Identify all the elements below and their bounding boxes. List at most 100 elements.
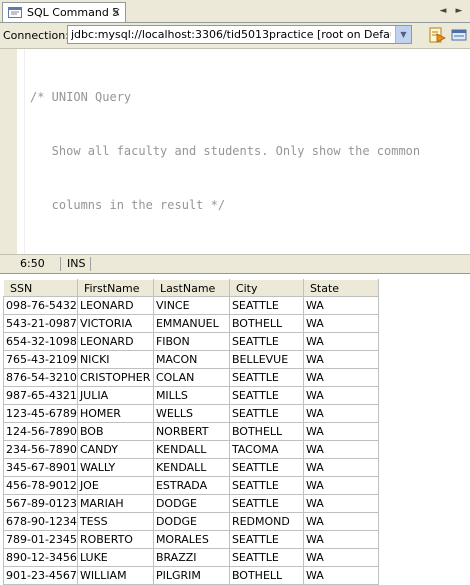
table-cell[interactable]: CANDY [76, 440, 154, 459]
table-cell[interactable]: BOTHELL [228, 314, 304, 333]
table-cell[interactable]: DODGE [152, 494, 230, 513]
table-row[interactable]: 765-43-2109 NICKI MACON BELLEVUE WA [3, 350, 379, 369]
table-cell[interactable]: BRAZZI [152, 548, 230, 567]
table-row[interactable]: 345-67-8901 WALLY KENDALL SEATTLE WA [3, 458, 379, 477]
table-cell[interactable]: SEATTLE [228, 332, 304, 351]
table-cell[interactable]: MARIAH [76, 494, 154, 513]
table-cell[interactable]: 124-56-7890 [3, 422, 78, 441]
table-cell[interactable]: WA [302, 314, 379, 333]
table-row[interactable]: 901-23-4567 WILLIAM PILGRIM BOTHELL WA [3, 566, 379, 585]
column-header[interactable]: SSN [3, 279, 78, 297]
chevron-down-icon[interactable]: ▼ [395, 26, 411, 43]
table-cell[interactable]: DODGE [152, 512, 230, 531]
table-cell[interactable]: WA [302, 512, 379, 531]
column-header[interactable]: LastName [152, 279, 230, 297]
table-cell[interactable]: 456-78-9012 [3, 476, 78, 495]
tab-scroll-left-button[interactable]: ◄ [436, 4, 450, 18]
table-cell[interactable]: MILLS [152, 386, 230, 405]
table-row[interactable]: 567-89-0123 MARIAH DODGE SEATTLE WA [3, 494, 379, 513]
table-cell[interactable]: 543-21-0987 [3, 314, 78, 333]
table-cell[interactable]: WELLS [152, 404, 230, 423]
table-cell[interactable]: 987-65-4321 [3, 386, 78, 405]
table-cell[interactable]: 123-45-6789 [3, 404, 78, 423]
table-cell[interactable]: JOE [76, 476, 154, 495]
table-cell[interactable]: 765-43-2109 [3, 350, 78, 369]
table-cell[interactable]: CRISTOPHER [76, 368, 154, 387]
table-cell[interactable]: 345-67-8901 [3, 458, 78, 477]
table-row[interactable]: 987-65-4321 JULIA MILLS SEATTLE WA [3, 386, 379, 405]
table-cell[interactable]: KENDALL [152, 458, 230, 477]
tab-sql-command-5[interactable]: SQL Command 5 × [2, 2, 126, 22]
table-row[interactable]: 876-54-3210 CRISTOPHER COLAN SEATTLE WA [3, 368, 379, 387]
connection-select[interactable]: jdbc:mysql://localhost:3306/tid5013pract… [67, 25, 412, 44]
close-tab-button[interactable]: × [111, 5, 121, 19]
table-cell[interactable]: WA [302, 566, 379, 585]
table-cell[interactable]: WA [302, 404, 379, 423]
table-cell[interactable]: PILGRIM [152, 566, 230, 585]
table-cell[interactable]: WA [302, 476, 379, 495]
table-cell[interactable]: KENDALL [152, 440, 230, 459]
table-row[interactable]: 678-90-1234 TESS DODGE REDMOND WA [3, 512, 379, 531]
table-cell[interactable]: 098-76-5432 [3, 296, 78, 315]
table-cell[interactable]: SEATTLE [228, 368, 304, 387]
table-cell[interactable]: MORALES [152, 530, 230, 549]
table-row[interactable]: 456-78-9012 JOE ESTRADA SEATTLE WA [3, 476, 379, 495]
table-row[interactable]: 890-12-3456 LUKE BRAZZI SEATTLE WA [3, 548, 379, 567]
table-cell[interactable]: 678-90-1234 [3, 512, 78, 531]
table-cell[interactable]: 890-12-3456 [3, 548, 78, 567]
table-cell[interactable]: ESTRADA [152, 476, 230, 495]
results-table[interactable]: SSN FirstName LastName City State 098-76-543… [3, 279, 379, 585]
table-row[interactable]: 234-56-7890 CANDY KENDALL TACOMA WA [3, 440, 379, 459]
table-row[interactable]: 124-56-7890 BOB NORBERT BOTHELL WA [3, 422, 379, 441]
table-cell[interactable]: TESS [76, 512, 154, 531]
table-cell[interactable]: REDMOND [228, 512, 304, 531]
table-cell[interactable]: BOTHELL [228, 422, 304, 441]
table-cell[interactable]: LUKE [76, 548, 154, 567]
table-cell[interactable]: JULIA [76, 386, 154, 405]
table-cell[interactable]: LEONARD [76, 332, 154, 351]
table-cell[interactable]: WA [302, 368, 379, 387]
table-cell[interactable]: SEATTLE [228, 530, 304, 549]
table-cell[interactable]: EMMANUEL [152, 314, 230, 333]
sql-editor[interactable]: /* UNION Query Show all faculty and stud… [0, 49, 470, 428]
table-cell[interactable]: WA [302, 350, 379, 369]
table-cell[interactable]: WA [302, 548, 379, 567]
table-cell[interactable]: HOMER [76, 404, 154, 423]
table-cell[interactable]: NORBERT [152, 422, 230, 441]
table-row[interactable]: 789-01-2345 ROBERTO MORALES SEATTLE WA [3, 530, 379, 549]
table-cell[interactable]: TACOMA [228, 440, 304, 459]
table-cell[interactable]: VINCE [152, 296, 230, 315]
table-cell[interactable]: FIBON [152, 332, 230, 351]
table-cell[interactable]: SEATTLE [228, 386, 304, 405]
table-cell[interactable]: SEATTLE [228, 476, 304, 495]
table-cell[interactable]: SEATTLE [228, 296, 304, 315]
table-cell[interactable]: WA [302, 458, 379, 477]
column-header[interactable]: FirstName [76, 279, 154, 297]
table-cell[interactable]: SEATTLE [228, 548, 304, 567]
table-cell[interactable]: COLAN [152, 368, 230, 387]
table-cell[interactable]: BELLEVUE [228, 350, 304, 369]
table-cell[interactable]: SEATTLE [228, 494, 304, 513]
table-cell[interactable]: BOTHELL [228, 566, 304, 585]
column-header[interactable]: City [228, 279, 304, 297]
table-cell[interactable]: 876-54-3210 [3, 368, 78, 387]
table-cell[interactable]: SEATTLE [228, 458, 304, 477]
table-cell[interactable]: WA [302, 422, 379, 441]
table-cell[interactable]: WA [302, 530, 379, 549]
table-cell[interactable]: WA [302, 440, 379, 459]
table-cell[interactable]: WA [302, 494, 379, 513]
table-cell[interactable]: 234-56-7890 [3, 440, 78, 459]
table-row[interactable]: 098-76-5432 LEONARD VINCE SEATTLE WA [3, 296, 379, 315]
table-cell[interactable]: WA [302, 332, 379, 351]
table-cell[interactable]: 567-89-0123 [3, 494, 78, 513]
sql-history-icon[interactable] [450, 26, 468, 44]
run-sql-icon[interactable] [428, 26, 446, 44]
table-cell[interactable]: 654-32-1098 [3, 332, 78, 351]
table-cell[interactable]: WA [302, 296, 379, 315]
table-row[interactable]: 123-45-6789 HOMER WELLS SEATTLE WA [3, 404, 379, 423]
table-cell[interactable]: SEATTLE [228, 404, 304, 423]
table-cell[interactable]: LEONARD [76, 296, 154, 315]
column-header[interactable]: State [302, 279, 379, 297]
tab-scroll-right-button[interactable]: ► [452, 4, 466, 18]
table-cell[interactable]: NICKI [76, 350, 154, 369]
